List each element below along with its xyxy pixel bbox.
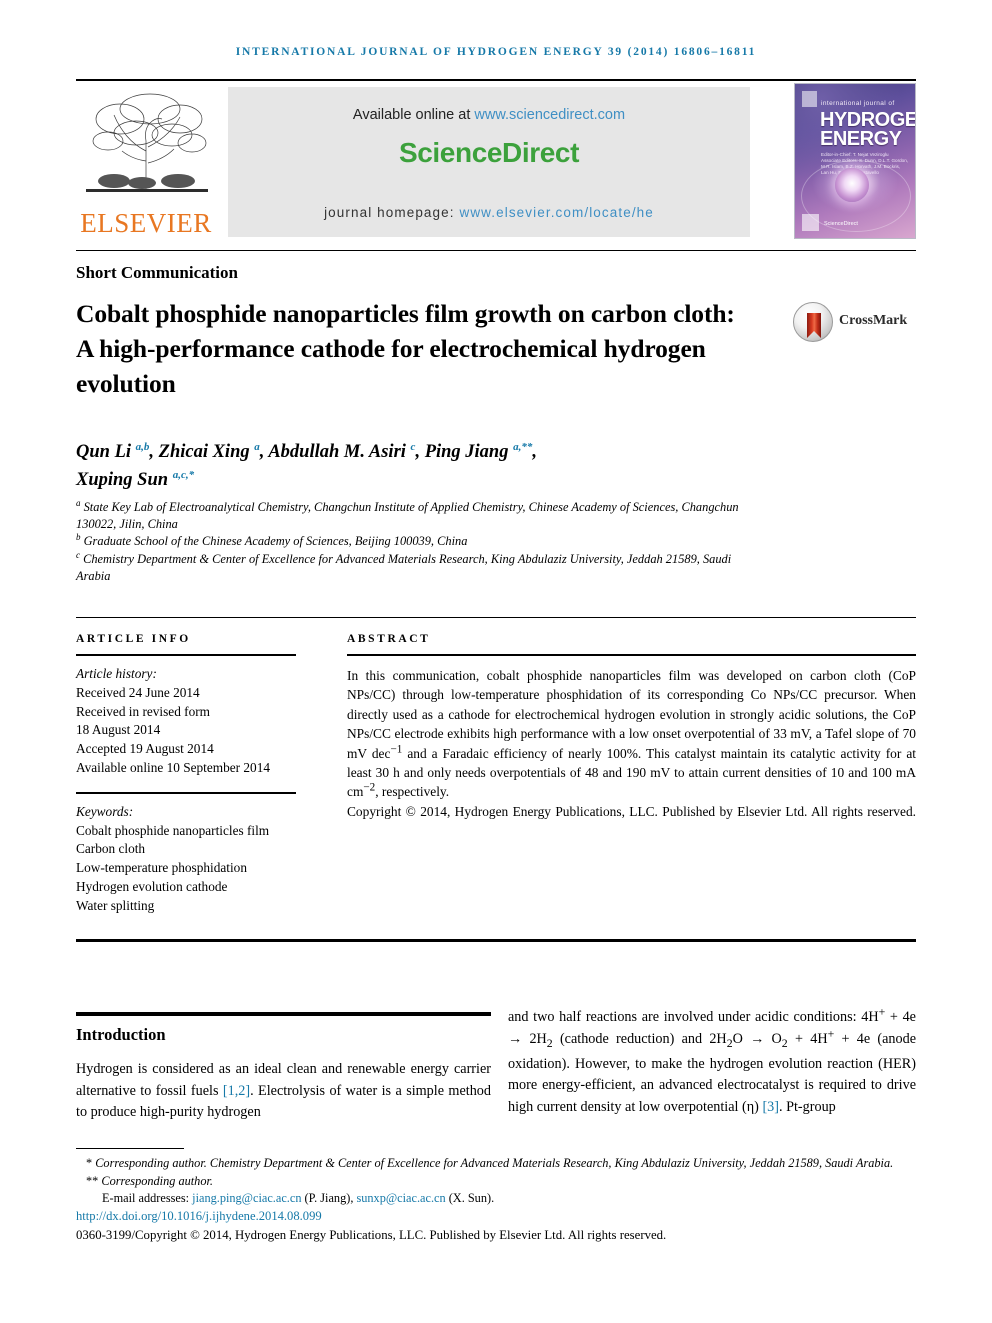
journal-article-page: International Journal of Hydrogen Energy… bbox=[0, 0, 992, 1323]
introduction-paragraph-right: and two half reactions are involved unde… bbox=[508, 1005, 916, 1118]
article-history-block: Article history: Received 24 June 2014 R… bbox=[76, 665, 296, 778]
sciencedirect-wordmark: ScienceDirect bbox=[398, 137, 579, 168]
affiliation-b: b Graduate School of the Chinese Academy… bbox=[76, 532, 468, 549]
abstract-heading: ABSTRACT bbox=[347, 633, 431, 645]
history-item: 18 August 2014 bbox=[76, 722, 161, 738]
journal-homepage-label: journal homepage: bbox=[324, 205, 460, 220]
body-column-right: and two half reactions are involved unde… bbox=[508, 1005, 916, 1118]
corresponding-author-1: * Corresponding author. Chemistry Depart… bbox=[76, 1155, 916, 1173]
page-title: Cobalt phosphide nanoparticles film grow… bbox=[76, 299, 735, 398]
crossmark-label: CrossMark bbox=[839, 313, 908, 328]
crossmark-ribbon-icon bbox=[807, 313, 821, 338]
sciencedirect-url-link[interactable]: www.sciencedirect.com bbox=[474, 107, 625, 123]
issn-copyright-line: 0360-3199/Copyright © 2014, Hydrogen Ene… bbox=[76, 1228, 667, 1243]
article-info-heading: ARTICLE INFO bbox=[76, 633, 191, 645]
email-owner-1: (P. Jiang), bbox=[301, 1191, 357, 1206]
intro-right-e: + 4H bbox=[787, 1030, 828, 1047]
citation-ref-3[interactable]: [3] bbox=[762, 1099, 779, 1115]
email-link-2[interactable]: sunxp@ciac.ac.cn bbox=[356, 1191, 445, 1205]
available-online-text: Available online at bbox=[352, 107, 475, 123]
article-info-column: ARTICLE INFO Article history: Received 2… bbox=[76, 633, 296, 916]
abstract-copyright: Copyright © 2014, Hydrogen Energy Public… bbox=[347, 803, 916, 819]
abstract-column: ABSTRACT In this communication, cobalt p… bbox=[347, 633, 916, 841]
article-history-label: Article history: bbox=[76, 666, 157, 681]
abstract-body: In this communication, cobalt phosphide … bbox=[347, 666, 916, 841]
history-item: Available online 10 September 2014 bbox=[76, 759, 270, 775]
journal-homepage-url[interactable]: www.elsevier.com/locate/he bbox=[459, 205, 653, 220]
corr-text-2: Corresponding author. bbox=[98, 1173, 213, 1188]
cover-orb-decoration bbox=[835, 168, 869, 202]
footnote-rule bbox=[76, 1148, 184, 1149]
info-band-bottom-rule bbox=[76, 939, 916, 942]
crossmark-badge[interactable]: CrossMark bbox=[793, 298, 913, 346]
keyword-item: Water splitting bbox=[76, 897, 155, 913]
affiliation-a: a State Key Lab of Electroanalytical Che… bbox=[76, 497, 739, 532]
journal-homepage-line: journal homepage: www.elsevier.com/locat… bbox=[228, 205, 750, 220]
history-item: Received in revised form bbox=[76, 703, 211, 719]
email-link-1[interactable]: jiang.ping@ciac.ac.cn bbox=[192, 1191, 301, 1205]
cover-title-line2: ENERGY bbox=[820, 128, 902, 150]
journal-cover-image: international journal of HYDROGEN ENERGY… bbox=[794, 83, 916, 239]
crossmark-icon bbox=[793, 302, 833, 342]
intro-right-a: and two half reactions are involved unde… bbox=[508, 1009, 879, 1025]
introduction-paragraph-left: Hydrogen is considered as an ideal clean… bbox=[76, 1059, 491, 1124]
author-line-2: Xuping Sun a,c,* bbox=[76, 468, 195, 490]
sciencedirect-banner: Available online at www.sciencedirect.co… bbox=[228, 87, 750, 237]
introduction-rule bbox=[76, 1012, 491, 1016]
citation-ref-1[interactable]: [1,2] bbox=[223, 1083, 250, 1099]
cover-sciencedirect-mark: ScienceDirect bbox=[824, 221, 858, 227]
keywords-block: Keywords: Cobalt phosphide nanoparticles… bbox=[76, 803, 296, 916]
introduction-heading: Introduction bbox=[76, 1025, 166, 1044]
intro-right-g: . Pt-group bbox=[779, 1098, 836, 1115]
email-owner-2: (X. Sun). bbox=[445, 1191, 495, 1206]
history-item: Accepted 19 August 2014 bbox=[76, 741, 214, 757]
email-addresses-line: E-mail addresses: jiang.ping@ciac.ac.cn … bbox=[76, 1190, 916, 1208]
intro-right-c: (cathode reduction) and 2H bbox=[552, 1030, 727, 1047]
footnote-block: * Corresponding author. Chemistry Depart… bbox=[76, 1155, 916, 1245]
header-rule bbox=[76, 79, 916, 81]
keyword-item: Cobalt phosphide nanoparticles film bbox=[76, 822, 270, 838]
article-section-type: Short Communication bbox=[76, 263, 238, 282]
running-head: International Journal of Hydrogen Energy… bbox=[235, 46, 757, 58]
article-info-divider bbox=[76, 654, 296, 656]
abstract-sup-2: −2 bbox=[363, 781, 376, 794]
email-label: E-mail addresses: bbox=[102, 1191, 193, 1206]
article-header-rule bbox=[76, 250, 916, 251]
corresponding-author-2: ** Corresponding author. bbox=[76, 1173, 916, 1191]
abstract-paragraph: In this communication, cobalt phosphide … bbox=[347, 666, 916, 802]
elsevier-logo: ELSEVIER bbox=[76, 83, 216, 241]
affiliation-c: c Chemistry Department & Center of Excel… bbox=[76, 549, 732, 583]
affiliation-list: a State Key Lab of Electroanalytical Che… bbox=[76, 497, 756, 585]
available-online-line: Available online at www.sciencedirect.co… bbox=[228, 107, 750, 123]
intro-right-d: O → O bbox=[732, 1030, 782, 1047]
cover-publisher-mark bbox=[802, 91, 817, 107]
corr-text-1: Corresponding author. Chemistry Departme… bbox=[92, 1156, 894, 1170]
elsevier-wordmark: ELSEVIER bbox=[80, 208, 212, 238]
keyword-item: Hydrogen evolution cathode bbox=[76, 878, 228, 894]
keyword-item: Low-temperature phosphidation bbox=[76, 860, 247, 876]
abstract-divider bbox=[347, 654, 916, 656]
cover-pretitle: international journal of bbox=[821, 100, 895, 107]
keyword-item: Carbon cloth bbox=[76, 841, 146, 857]
keywords-divider bbox=[76, 791, 296, 794]
cover-badge-icon bbox=[802, 214, 819, 231]
doi-link[interactable]: http://dx.doi.org/10.1016/j.ijhydene.201… bbox=[76, 1208, 916, 1226]
corr-marker-2: ** bbox=[86, 1173, 99, 1188]
abstract-text-3: , respectively. bbox=[375, 784, 450, 800]
masthead: ELSEVIER Available online at www.science… bbox=[76, 83, 916, 241]
keywords-label: Keywords: bbox=[76, 803, 134, 819]
author-list: Qun Li a,b, Zhicai Xing a, Abdullah M. A… bbox=[76, 438, 776, 494]
author-line-1: Qun Li a,b, Zhicai Xing a, Abdullah M. A… bbox=[76, 440, 537, 462]
body-column-left: Introduction Hydrogen is considered as a… bbox=[76, 1012, 491, 1124]
abstract-sup-1: −1 bbox=[390, 743, 403, 756]
elsevier-tree-icon bbox=[84, 89, 210, 199]
info-band-top-rule bbox=[76, 617, 916, 618]
history-item: Received 24 June 2014 bbox=[76, 684, 200, 700]
